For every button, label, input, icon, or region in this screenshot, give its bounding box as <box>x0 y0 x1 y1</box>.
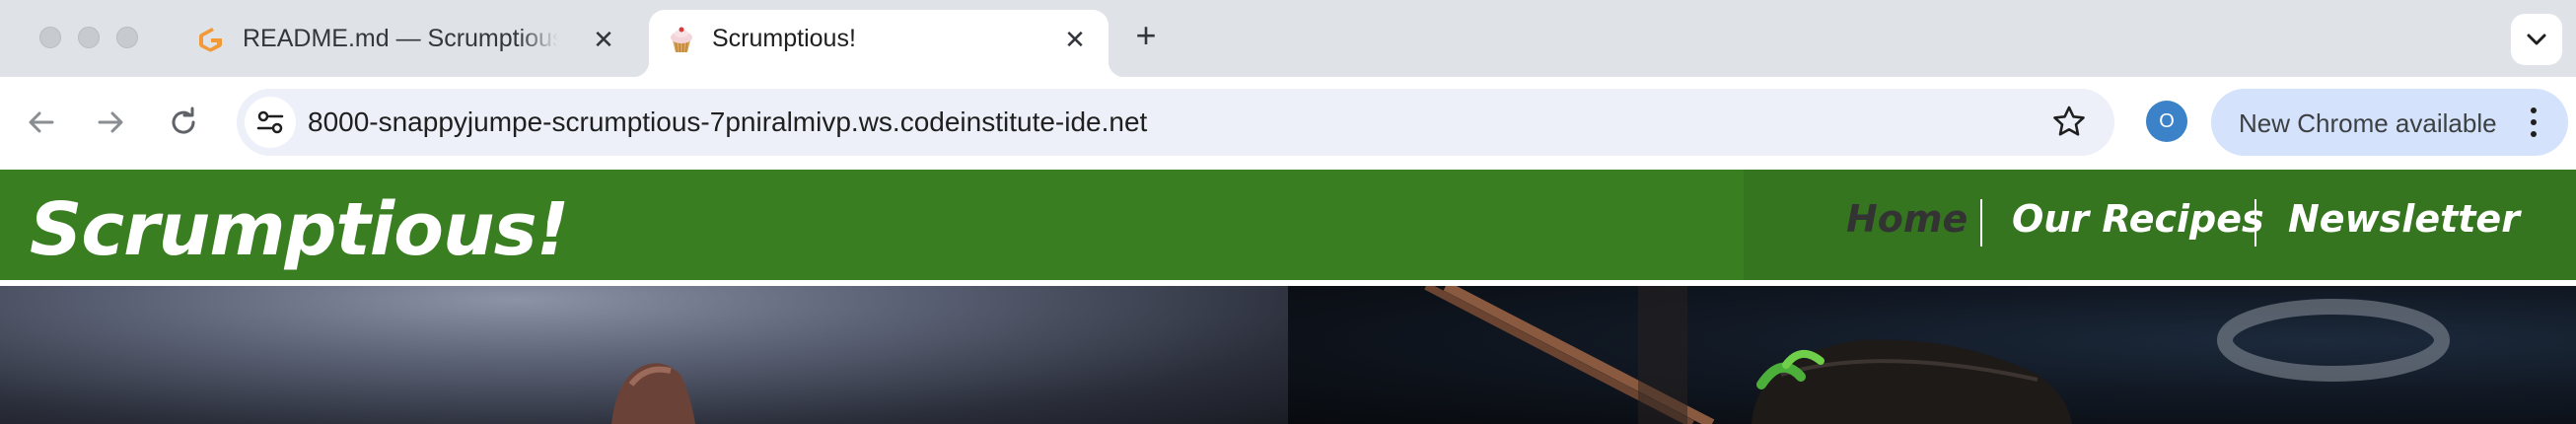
food-photo-icon <box>611 363 695 424</box>
chevron-down-icon <box>2527 34 2546 45</box>
tab-readme[interactable]: README.md — Scrumptious - Gitpod ✕ <box>174 12 637 65</box>
address-bar[interactable]: 8000-snappyjumpe-scrumptious-7pniralmivp… <box>237 89 2114 156</box>
reload-icon <box>172 106 195 134</box>
hero-image <box>0 286 2576 424</box>
nav-link-newsletter[interactable]: Newsletter <box>2288 197 2520 241</box>
tune-icon <box>256 110 284 134</box>
update-label: New Chrome available <box>2239 108 2497 138</box>
window-minimize-button[interactable] <box>78 27 100 48</box>
close-icon[interactable]: ✕ <box>1059 24 1091 55</box>
profile-avatar[interactable]: O <box>2146 101 2187 142</box>
arrow-left-icon <box>29 111 54 133</box>
bookmark-star-icon[interactable] <box>2049 103 2089 142</box>
close-icon[interactable]: ✕ <box>588 24 619 55</box>
cupcake-icon <box>671 27 692 53</box>
window-close-button[interactable] <box>39 27 61 48</box>
site-info-button[interactable] <box>245 97 296 148</box>
hero-image-left <box>0 286 1288 424</box>
tab-title: Scrumptious! <box>712 25 856 52</box>
nav-link-our-recipes[interactable]: Our Recipes <box>2012 197 2264 241</box>
nav-link-home[interactable]: Home <box>1846 197 1968 241</box>
browser-toolbar: 8000-snappyjumpe-scrumptious-7pniralmivp… <box>0 77 2576 170</box>
hero-image-right <box>1288 286 2576 424</box>
more-vert-icon[interactable] <box>2529 106 2539 138</box>
new-tab-button[interactable]: + <box>1128 18 1164 53</box>
nav-separator <box>2254 199 2256 247</box>
tab-search-button[interactable] <box>2511 14 2562 65</box>
tab-strip: README.md — Scrumptious - Gitpod ✕ Scrum… <box>0 0 2576 77</box>
nav-separator <box>1980 199 1982 247</box>
arrow-right-icon <box>98 111 123 133</box>
reload-button[interactable] <box>162 101 205 144</box>
window-zoom-button[interactable] <box>116 27 138 48</box>
back-button[interactable] <box>20 101 63 144</box>
tab-title: README.md — Scrumptious - Gitpod <box>243 25 558 53</box>
site-logo[interactable]: Scrumptious! <box>30 187 569 272</box>
url-text[interactable]: 8000-snappyjumpe-scrumptious-7pniralmivp… <box>308 106 1147 138</box>
tab-scrumptious[interactable]: Scrumptious! ✕ <box>633 10 1124 77</box>
forward-button[interactable] <box>89 101 132 144</box>
gitpod-icon <box>199 28 222 52</box>
noodle-bowl-photo-icon <box>1424 286 2450 424</box>
update-chrome-button[interactable]: New Chrome available <box>2211 89 2568 156</box>
